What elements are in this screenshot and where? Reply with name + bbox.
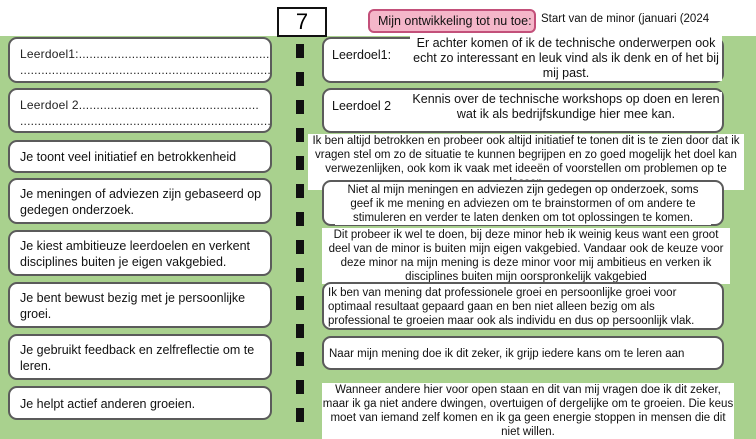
start-label: Start van de minor (januari (2024: [541, 13, 710, 25]
criterion-dots: ........................................…: [20, 114, 272, 128]
response-feedback: Naar mijn mening doe ik dit zeker, ik gr…: [329, 347, 719, 361]
page-title: Mijn ontwikkeling tot nu toe:: [368, 9, 536, 33]
response-label: Leerdoel 2: [332, 99, 392, 113]
criterion-initiatief: Je toont veel initiatief en betrokkenhei…: [8, 140, 272, 173]
criterion-label: Je toont veel initiatief en betrokkenhei…: [20, 150, 237, 164]
criterion-onderzoek: Je meningen of adviezen zijn gebaseerd o…: [8, 178, 272, 224]
criterion-groei: Je bent bewust bezig met je persoonlijke…: [8, 282, 272, 328]
criterion-leerdoel-1: Leerdoel1:..............................…: [8, 37, 272, 83]
response-text: Er achter komen of ik de technische onde…: [410, 36, 722, 81]
criterion-label: Leerdoel 2..............................…: [20, 98, 259, 112]
slide-number: 7: [277, 7, 327, 37]
response-anderen: Wanneer andere hier voor open staan en d…: [322, 383, 734, 439]
criterion-label: Je gebruikt feedback en zelfreflectie om…: [20, 343, 255, 373]
response-leerdoelen: Dit probeer ik wel te doen, bij deze min…: [322, 228, 730, 284]
criterion-leerdoelen: Je kiest ambitieuze leerdoelen en verken…: [8, 230, 272, 276]
dashed-divider: [296, 44, 304, 427]
criterion-anderen: Je helpt actief anderen groeien.: [8, 386, 272, 420]
response-feedback-box: Naar mijn mening doe ik dit zeker, ik gr…: [322, 336, 724, 370]
response-onderzoek: Niet al mijn meningen en adviezen zijn g…: [335, 183, 711, 225]
response-groei: Ik ben van mening dat professionele groe…: [328, 286, 718, 328]
criterion-dots: ........................................…: [20, 63, 272, 77]
criterion-label: Je meningen of adviezen zijn gebaseerd o…: [20, 187, 262, 217]
response-label: Leerdoel1:: [332, 48, 392, 62]
response-text: Kennis over de technische workshops op d…: [410, 92, 722, 122]
criterion-feedback: Je gebruikt feedback en zelfreflectie om…: [8, 334, 272, 380]
criterion-label: Je kiest ambitieuze leerdoelen en verken…: [20, 239, 250, 269]
criterion-leerdoel-2: Leerdoel 2..............................…: [8, 88, 272, 133]
criterion-label: Je helpt actief anderen groeien.: [20, 397, 196, 411]
criterion-label: Je bent bewust bezig met je persoonlijke…: [20, 291, 246, 321]
response-groei-box: Ik ben van mening dat professionele groe…: [322, 282, 724, 330]
criterion-label: Leerdoel1:..............................…: [20, 47, 272, 61]
